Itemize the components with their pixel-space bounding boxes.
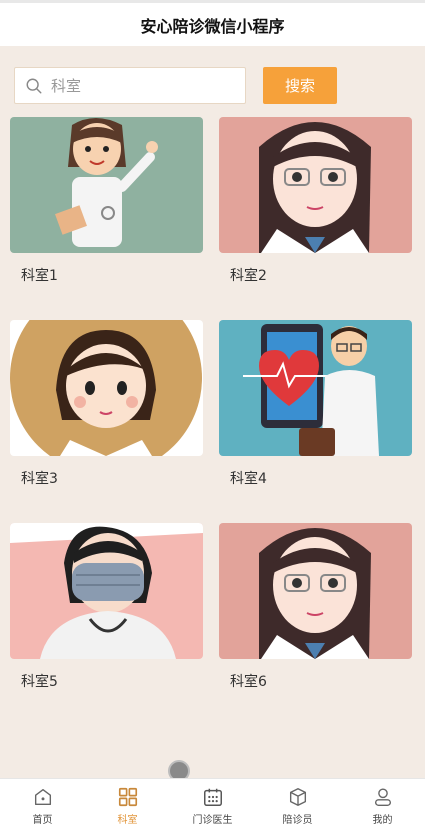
department-label: 科室2 (230, 268, 267, 284)
department-label: 科室1 (21, 268, 58, 284)
department-label: 科室6 (230, 674, 267, 690)
tab-outpatient-doctors[interactable]: 门诊医生 (170, 779, 255, 833)
department-card[interactable]: 科室4 (219, 320, 412, 488)
grid-icon (118, 787, 137, 807)
department-image (219, 117, 412, 253)
department-image (10, 320, 203, 456)
department-image (10, 117, 203, 253)
tab-escorts[interactable]: 陪诊员 (255, 779, 340, 833)
bottom-tab-bar: 首页 科室 门诊医生 陪诊员 我的 (0, 778, 425, 833)
tab-label: 陪诊员 (282, 815, 313, 826)
search-button[interactable]: 搜索 (263, 67, 337, 104)
search-input[interactable] (51, 76, 221, 95)
tab-label: 我的 (372, 815, 393, 826)
department-label: 科室5 (21, 674, 58, 690)
tab-home[interactable]: 首页 (0, 779, 85, 833)
tab-label: 门诊医生 (192, 815, 233, 826)
user-icon (374, 788, 391, 806)
calendar-icon (203, 788, 222, 806)
page-title: 安心陪诊微信小程序 (140, 16, 285, 36)
box-icon (289, 788, 306, 806)
department-label: 科室3 (21, 471, 58, 487)
search-row: 搜索 (14, 67, 337, 104)
tab-mine[interactable]: 我的 (340, 779, 425, 833)
department-image (10, 523, 203, 659)
search-box[interactable] (14, 67, 246, 104)
department-card[interactable]: 科室5 (10, 523, 203, 691)
department-card[interactable]: 科室3 (10, 320, 203, 488)
department-card[interactable]: 科室2 (219, 117, 412, 285)
department-image (219, 320, 412, 456)
department-card[interactable]: 科室6 (219, 523, 412, 691)
department-label: 科室4 (230, 471, 267, 487)
tab-departments[interactable]: 科室 (85, 779, 170, 833)
search-icon (26, 78, 42, 93)
department-card[interactable]: 科室1 (10, 117, 203, 285)
tab-label: 首页 (32, 815, 53, 826)
tab-label: 科室 (117, 815, 138, 826)
home-icon (34, 788, 51, 806)
top-bar: 安心陪诊微信小程序 (0, 0, 425, 46)
department-image (219, 523, 412, 659)
